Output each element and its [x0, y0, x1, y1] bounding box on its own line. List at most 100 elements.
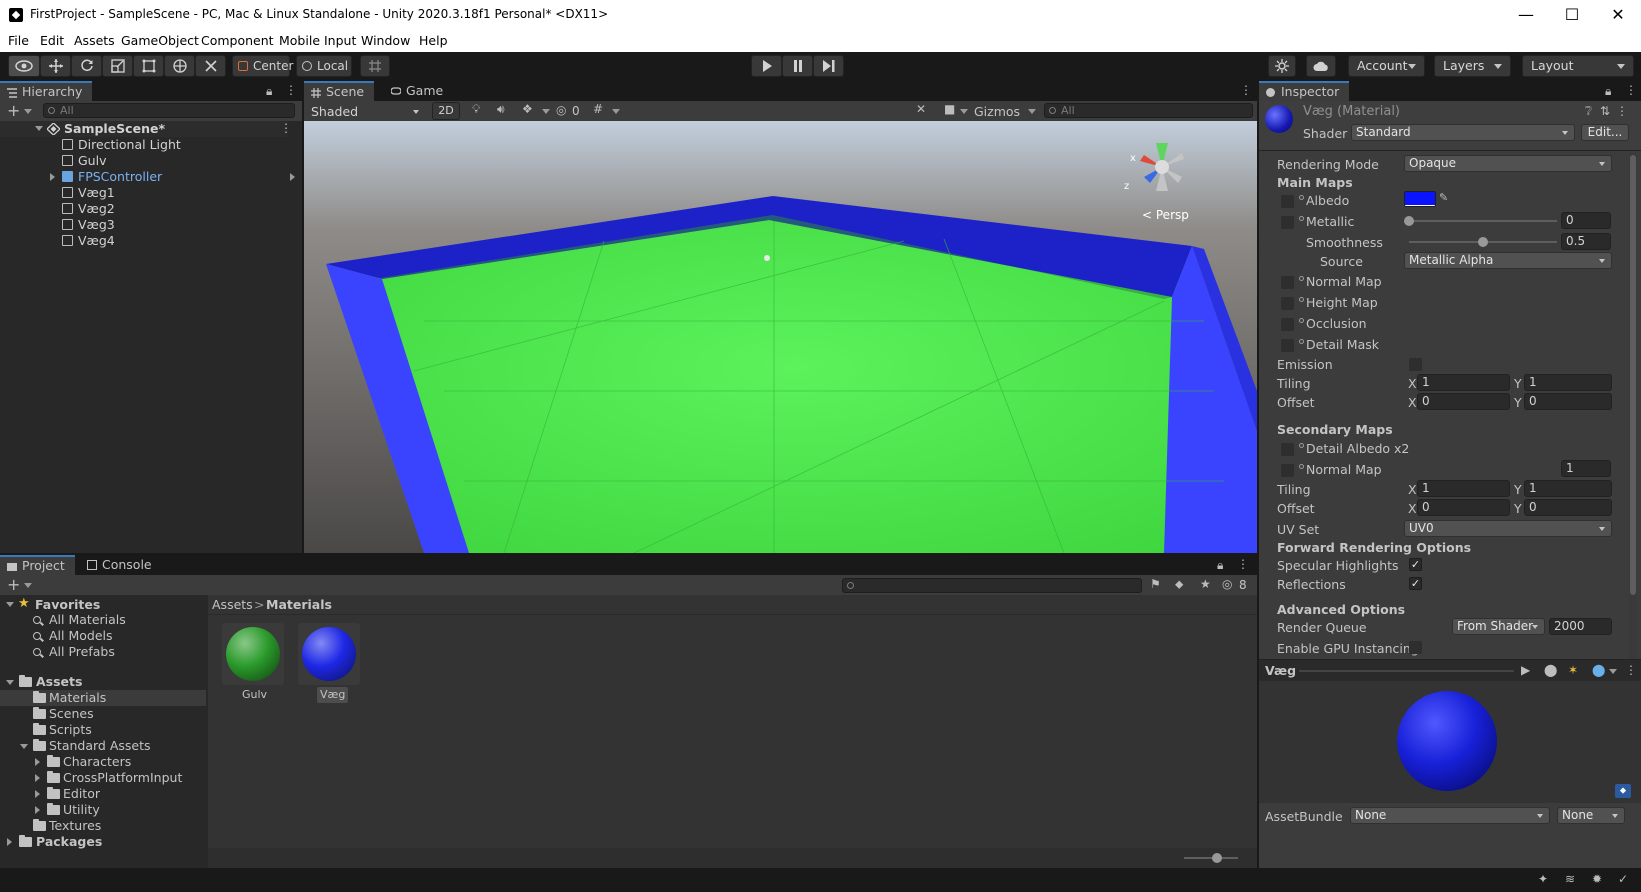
sec-offset-y-field[interactable]: 0 — [1524, 499, 1612, 516]
folder-editor[interactable]: Editor — [63, 786, 100, 802]
sec-tiling-y-field[interactable]: 1 — [1524, 480, 1612, 497]
effects-icon[interactable]: ❖ — [522, 102, 533, 116]
menu-mobile-input[interactable]: Mobile Input — [279, 33, 356, 48]
detail-mask-texture-slot[interactable] — [1281, 339, 1294, 352]
source-dropdown[interactable]: Metallic Alpha — [1404, 252, 1612, 269]
pause-button[interactable] — [782, 55, 813, 77]
assetbundle-dropdown[interactable]: None — [1350, 807, 1550, 824]
assets-folder[interactable]: Assets — [36, 674, 82, 690]
specular-highlights-checkbox[interactable]: ✓ — [1409, 558, 1422, 571]
scale-tool-button[interactable] — [102, 55, 133, 77]
folder-standard-assets[interactable]: Standard Assets — [49, 738, 151, 754]
project-search-input[interactable] — [842, 578, 1142, 593]
menu-assets[interactable]: Assets — [74, 33, 115, 48]
maximize-button[interactable]: ☐ — [1549, 0, 1595, 30]
expand-arrow-icon[interactable] — [35, 126, 43, 131]
crossplatforminput-expand-icon[interactable] — [35, 774, 40, 782]
play-button[interactable] — [751, 55, 782, 77]
characters-expand-icon[interactable] — [35, 758, 40, 766]
help-icon[interactable]: ❔︎ — [1585, 104, 1592, 119]
header-kebab-icon[interactable]: ⋮ — [1616, 104, 1628, 118]
scene-kebab-icon[interactable]: ⋮ — [280, 121, 292, 135]
preset-icon[interactable]: ⇅ — [1600, 104, 1610, 118]
folder-characters[interactable]: Characters — [63, 754, 131, 770]
detail-mask-picker-icon[interactable] — [1299, 339, 1304, 344]
sec-normal-map-texture-slot[interactable] — [1281, 464, 1294, 477]
audio-speaker-icon[interactable]: 🔊︎ — [497, 102, 505, 117]
packages-folder[interactable]: Packages — [36, 834, 102, 850]
tab-project[interactable]: Project — [0, 555, 75, 575]
tools-crossed-icon[interactable]: ✕ — [916, 102, 926, 116]
create-dropdown-arrow-icon[interactable] — [24, 583, 32, 588]
breadcrumb-materials[interactable]: Materials — [266, 597, 332, 613]
normal-map-texture-slot[interactable] — [1281, 276, 1294, 289]
albedo-picker-icon[interactable] — [1299, 195, 1304, 200]
tab-console[interactable]: Console — [80, 555, 162, 575]
preview-light-icon[interactable]: ✶ — [1568, 663, 1578, 677]
folder-scripts[interactable]: Scripts — [49, 722, 92, 738]
search-by-type-icon[interactable]: ⚑ — [1150, 577, 1161, 591]
uv-set-dropdown[interactable]: UV0 — [1404, 520, 1612, 537]
metallic-picker-icon[interactable] — [1299, 216, 1304, 221]
render-queue-mode-dropdown[interactable]: From Shader — [1452, 618, 1545, 635]
hierarchy-scene-row[interactable]: SampleScene* ⋮ — [0, 121, 292, 137]
smoothness-value-field[interactable]: 0.5 — [1561, 233, 1611, 250]
main-tiling-x-field[interactable]: 1 — [1417, 374, 1510, 391]
folder-utility[interactable]: Utility — [63, 802, 100, 818]
kebab-menu-icon[interactable]: ⋮ — [1625, 83, 1637, 97]
hierarchy-item-vaeg1[interactable]: Væg1 — [0, 185, 288, 201]
menu-file[interactable]: File — [8, 33, 29, 48]
eyedropper-icon[interactable]: ✎ — [1439, 191, 1448, 204]
height-map-picker-icon[interactable] — [1299, 297, 1304, 302]
debug-mode-icon[interactable]: ✹ — [1592, 872, 1602, 886]
folder-textures[interactable]: Textures — [49, 818, 101, 834]
smoothness-slider-knob[interactable] — [1478, 237, 1488, 247]
favorite-all-materials[interactable]: All Materials — [49, 612, 126, 628]
rendering-mode-dropdown[interactable]: Opaque — [1404, 155, 1612, 172]
utility-expand-icon[interactable] — [35, 806, 40, 814]
favorites-expand-icon[interactable] — [6, 602, 14, 607]
kebab-menu-icon[interactable]: ⋮ — [285, 83, 297, 97]
main-tiling-y-field[interactable]: 1 — [1524, 374, 1612, 391]
transform-tool-button[interactable] — [164, 55, 195, 77]
tab-hierarchy[interactable]: Hierarchy — [0, 81, 93, 101]
sec-tiling-x-field[interactable]: 1 — [1417, 480, 1510, 497]
icon-size-slider-knob[interactable] — [1212, 853, 1222, 863]
lock-icon[interactable]: 🔒︎ — [266, 84, 272, 99]
grid-snap-button[interactable] — [360, 55, 390, 77]
hierarchy-search-input[interactable]: All — [43, 103, 295, 118]
preview-shape-dropdown-icon[interactable] — [1609, 669, 1617, 674]
tab-game[interactable]: Game — [384, 81, 453, 101]
albedo-color-field[interactable] — [1404, 191, 1436, 207]
favorites-label[interactable]: Favorites — [35, 597, 100, 613]
lighting-bulb-icon[interactable]: 💡︎ — [472, 102, 480, 117]
view-tool-button[interactable] — [8, 55, 40, 77]
hierarchy-item-directional-light[interactable]: Directional Light — [0, 137, 288, 153]
hierarchy-item-gulv[interactable]: Gulv — [0, 153, 288, 169]
shader-edit-button[interactable]: Edit... — [1581, 124, 1629, 141]
hierarchy-item-vaeg2[interactable]: Væg2 — [0, 201, 288, 217]
editor-expand-icon[interactable] — [35, 790, 40, 798]
height-map-texture-slot[interactable] — [1281, 297, 1294, 310]
preview-sphere-icon[interactable]: ⬤ — [1592, 663, 1605, 677]
create-dropdown-arrow-icon[interactable] — [24, 109, 32, 114]
fps-controller-gizmo[interactable] — [764, 255, 770, 261]
lock-icon[interactable]: 🔒︎ — [1217, 558, 1223, 573]
gizmos-dropdown-arrow-icon[interactable] — [1028, 109, 1036, 114]
hierarchy-item-fpscontroller[interactable]: FPSController — [0, 169, 295, 185]
metallic-value-field[interactable]: 0 — [1561, 212, 1611, 229]
metallic-slider-knob[interactable] — [1404, 216, 1414, 226]
pivot-center-button[interactable]: Center — [232, 55, 293, 77]
preview-drag-bar[interactable] — [1299, 670, 1514, 672]
shading-mode-dropdown[interactable]: Shaded — [306, 103, 426, 120]
camera-dropdown-arrow-icon[interactable] — [960, 109, 968, 114]
move-tool-button[interactable] — [40, 55, 71, 77]
hierarchy-item-vaeg3[interactable]: Væg3 — [0, 217, 288, 233]
label-tag-icon[interactable]: ⬥ — [1615, 784, 1631, 798]
hidden-packages-icon[interactable]: ◎ — [1222, 577, 1232, 591]
layout-dropdown[interactable]: Layout — [1522, 55, 1634, 77]
icon-size-slider-track[interactable] — [1184, 857, 1238, 859]
preview-kebab-icon[interactable]: ⋮ — [1625, 663, 1637, 677]
favorite-star-icon[interactable]: ★ — [1200, 577, 1211, 591]
metallic-slider-track[interactable] — [1409, 220, 1557, 222]
